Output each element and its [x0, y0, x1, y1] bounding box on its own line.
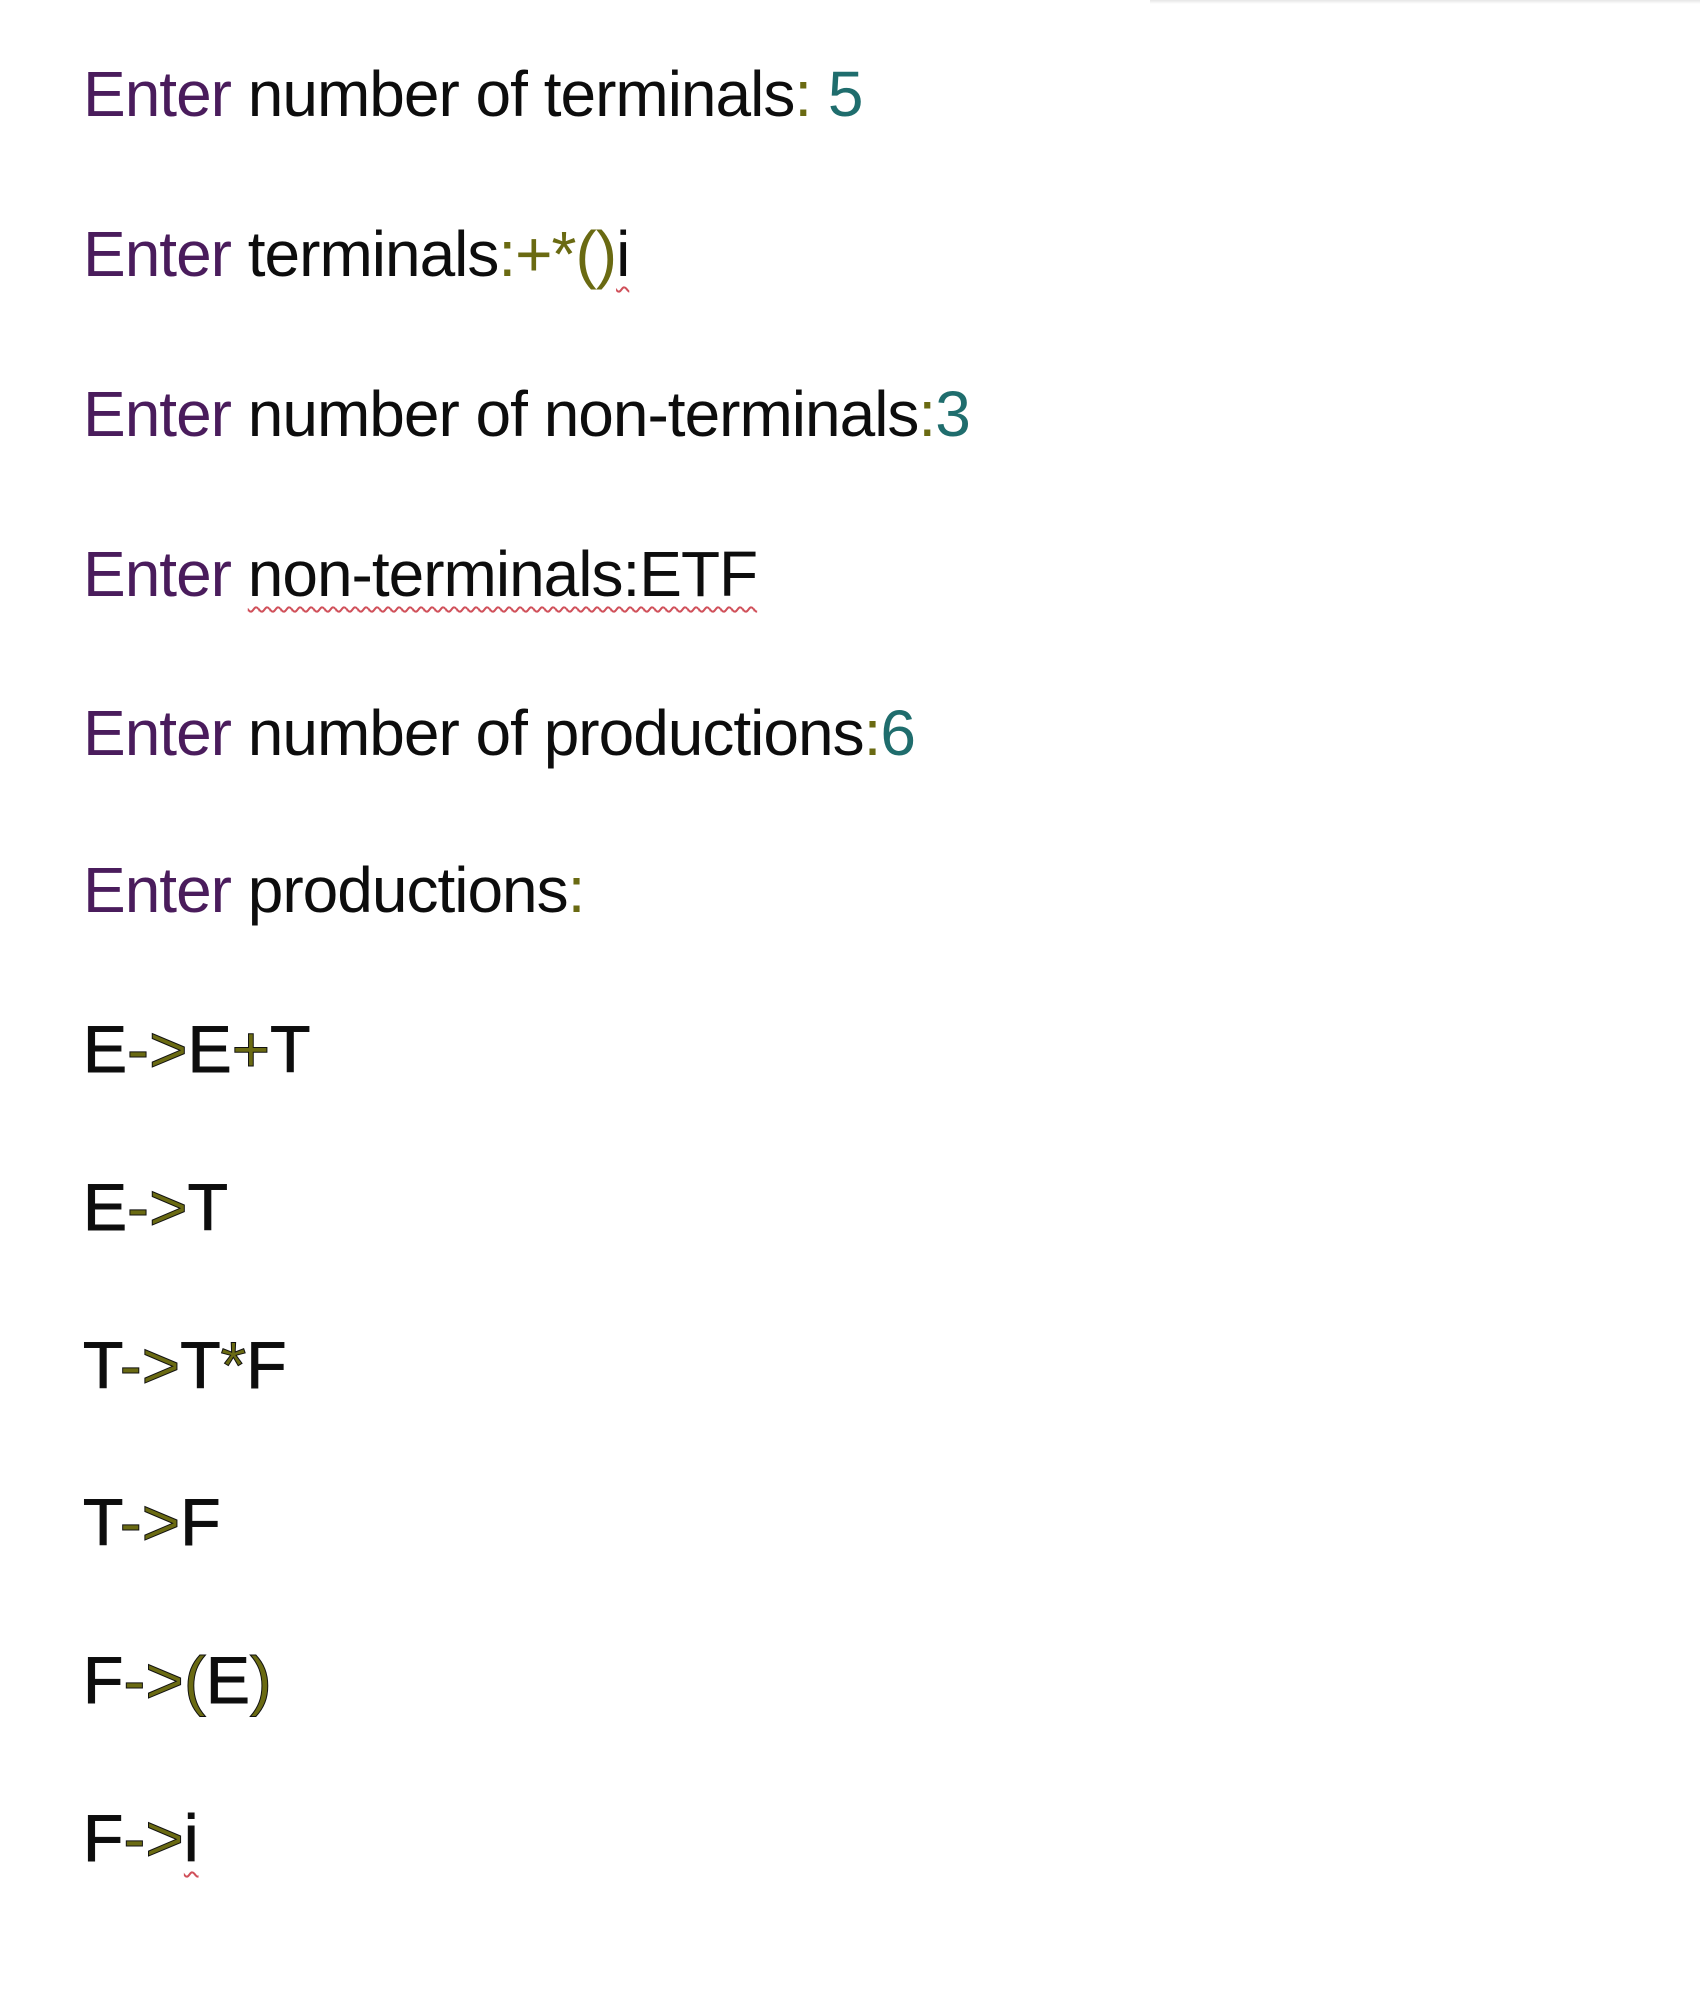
- production-line: E->E+T: [82, 1016, 310, 1083]
- text-segment: terminals: [230, 218, 500, 290]
- prompt-keyword: Enter: [83, 854, 232, 926]
- text-segment: i: [183, 1801, 199, 1875]
- text-segment: number of terminals: [230, 58, 796, 130]
- text-segment: ->: [127, 1012, 189, 1086]
- text-segment: ->(: [123, 1643, 206, 1717]
- prompt-keyword: Enter: [83, 538, 232, 610]
- text-segment: ->: [127, 1170, 189, 1244]
- text-segment: T: [180, 1328, 221, 1402]
- text-segment: F: [180, 1485, 221, 1559]
- text-segment: T: [83, 1328, 121, 1402]
- input-value: 5: [811, 58, 864, 130]
- text-segment: :: [918, 378, 936, 450]
- production-line: F->(E): [82, 1647, 272, 1714]
- text-segment: T: [270, 1012, 311, 1086]
- prompt-line: Enter non-terminals:ETF: [83, 542, 758, 606]
- text-segment: number of non-terminals: [230, 378, 920, 450]
- input-value: 6: [880, 697, 916, 769]
- text-segment: F: [82, 1643, 124, 1717]
- production-line: T->F: [83, 1489, 222, 1556]
- prompt-line: Enter number of non-terminals:3: [83, 382, 971, 446]
- text-segment: number of productions: [230, 697, 865, 769]
- text-segment: +: [231, 1012, 271, 1086]
- text-segment: ->: [119, 1485, 181, 1559]
- text-segment: ): [249, 1643, 272, 1717]
- prompt-line: Enter number of terminals: 5: [83, 62, 863, 126]
- text-segment: ->: [119, 1328, 181, 1402]
- prompt-keyword: Enter: [83, 378, 232, 450]
- prompt-line: Enter number of productions:6: [83, 701, 916, 765]
- text-segment: ->: [123, 1801, 185, 1875]
- page-edge-shadow: [1150, 0, 1700, 4]
- text-segment: E: [205, 1643, 250, 1717]
- production-line: E->T: [82, 1174, 228, 1241]
- text-segment: T: [187, 1170, 228, 1244]
- prompt-line: Enter productions:: [83, 858, 585, 922]
- production-line: T->T*F: [83, 1332, 288, 1399]
- prompt-keyword: Enter: [83, 58, 232, 130]
- text-segment: :: [567, 854, 586, 926]
- text-segment: T: [83, 1485, 121, 1559]
- text-segment: :+*(): [498, 218, 617, 290]
- text-segment: *: [220, 1328, 247, 1402]
- text-segment: F: [246, 1328, 287, 1402]
- production-line: F->i: [82, 1805, 199, 1872]
- text-segment: E: [82, 1170, 128, 1244]
- input-value: 3: [935, 378, 971, 450]
- prompt-line: Enter terminals:+*()i: [83, 222, 630, 286]
- prompt-keyword: Enter: [83, 697, 232, 769]
- text-segment: non-terminals:ETF: [247, 538, 758, 610]
- text-segment: E: [187, 1012, 232, 1086]
- text-segment: :: [863, 697, 882, 769]
- text-segment: productions: [230, 854, 569, 926]
- text-segment: F: [82, 1801, 124, 1875]
- text-segment: :: [794, 58, 812, 130]
- text-segment: E: [82, 1012, 128, 1086]
- prompt-keyword: Enter: [83, 218, 232, 290]
- text-segment: i: [616, 218, 630, 290]
- text-segment: [231, 538, 248, 610]
